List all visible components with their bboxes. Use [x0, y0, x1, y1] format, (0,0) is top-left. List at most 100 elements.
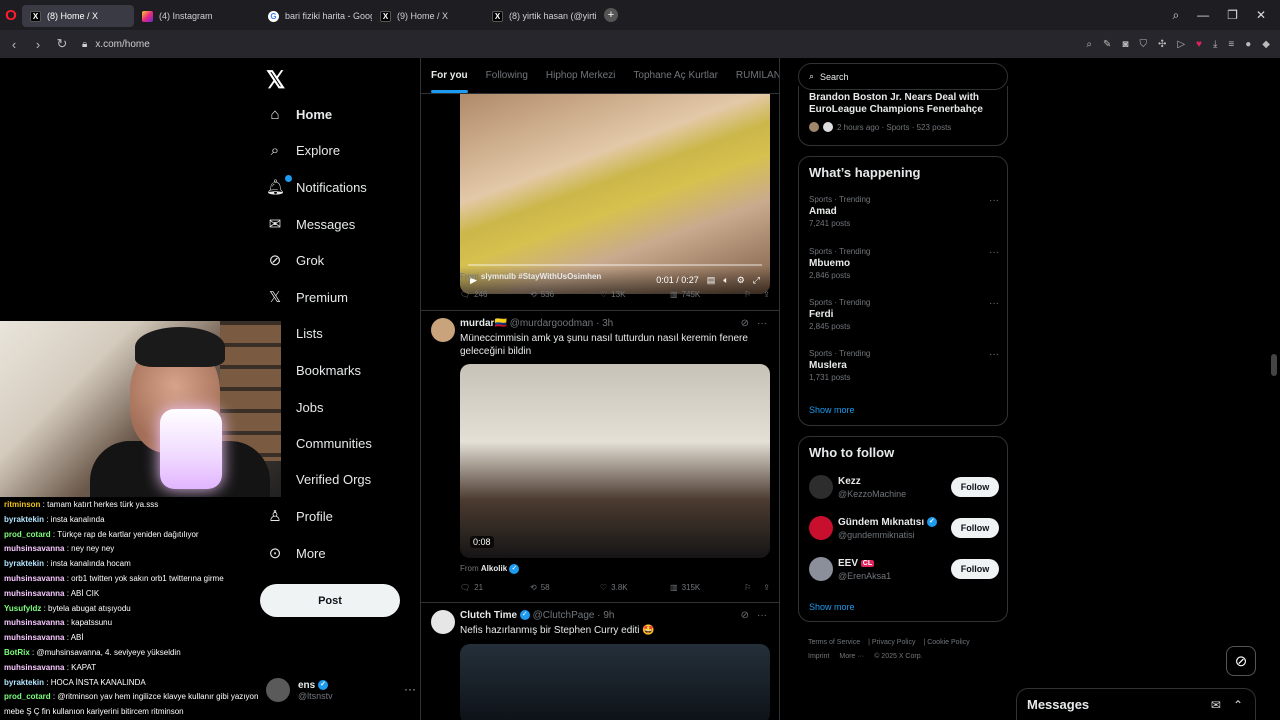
footer-link[interactable]: Terms of Service	[808, 639, 860, 646]
more-icon[interactable]: ···	[989, 195, 999, 206]
trend-item[interactable]: Sports · Trending Amad 7,241 posts ···	[809, 195, 999, 228]
grok-button[interactable]: ⊘	[1226, 646, 1256, 676]
follow-suggestion[interactable]: EEV CL @ErenAksa1 Follow	[809, 557, 999, 585]
footer-link[interactable]: Cookie Policy	[927, 639, 969, 646]
like-button[interactable]: ♡ 13K	[600, 290, 670, 299]
show-more-link[interactable]: Show more	[809, 602, 855, 612]
download-icon[interactable]: ⤓	[1213, 39, 1217, 50]
search-icon[interactable]: ⌕	[1086, 39, 1092, 50]
follow-suggestion[interactable]: Gündem Mıknatısı ✓ @gundemmiknatisi Foll…	[809, 516, 999, 544]
volume-icon[interactable]: 🔈︎	[723, 275, 728, 286]
more-icon[interactable]: ···	[757, 610, 767, 621]
nav-home[interactable]: ⌂ Home	[266, 106, 332, 123]
like-button[interactable]: ♡ 3.8K	[600, 583, 670, 592]
author-name[interactable]: Clutch Time	[460, 610, 517, 621]
expand-icon[interactable]: ⌃	[1233, 698, 1243, 712]
settings-icon[interactable]: ◆	[1262, 39, 1270, 50]
avatar[interactable]	[431, 318, 455, 342]
maximize-icon[interactable]: ❐	[1227, 8, 1238, 22]
post-video[interactable]: ▶ 0:01 / 0:27 ▤ 🔈︎ ⚙ ⤢	[460, 94, 770, 294]
minimize-icon[interactable]: —	[1197, 8, 1209, 22]
close-icon[interactable]: ✕	[1256, 8, 1266, 22]
author-handle[interactable]: @ClutchPage	[533, 610, 595, 621]
heart-icon[interactable]: ♥	[1196, 39, 1202, 50]
nav-communities[interactable]: ⚇Communities	[266, 434, 372, 452]
trend-item[interactable]: Sports · Trending Muslera 1,731 posts ···	[809, 349, 999, 382]
tab-google[interactable]: Gbari fiziki harita - Google	[260, 5, 372, 27]
back-icon[interactable]: ‹	[2, 37, 26, 52]
nav-premium[interactable]: 𝕏 Premium	[266, 288, 348, 306]
more-icon[interactable]: ···	[404, 682, 416, 696]
tab-x-home[interactable]: X (8) Home / X	[22, 5, 134, 27]
share-icon[interactable]: ⇪	[763, 583, 770, 592]
account-switcher[interactable]: ens ✓ @ltsnstv ···	[266, 678, 416, 702]
nav-notifications[interactable]: 🔔︎ Notifications	[266, 175, 367, 196]
nav-verified-orgs[interactable]: ϟVerified Orgs	[266, 471, 371, 488]
author-handle[interactable]: @murdargoodman	[510, 318, 594, 329]
reply-button[interactable]: 🗨︎ 21	[460, 583, 530, 592]
menu-icon[interactable]: ≡	[1228, 39, 1234, 50]
tab-hiphop-merkezi[interactable]: Hiphop Merkezi	[546, 70, 615, 81]
follow-suggestion[interactable]: Kezz @KezzoMachine Follow	[809, 475, 999, 503]
tab-x-home-2[interactable]: X (9) Home / X	[372, 5, 484, 27]
follow-button[interactable]: Follow	[951, 518, 999, 538]
profile-icon[interactable]: ●	[1245, 39, 1251, 50]
url-field[interactable]: 🔒︎ x.com/home	[82, 39, 150, 50]
extension-icon[interactable]: ✣	[1158, 39, 1166, 50]
more-icon[interactable]: ···	[757, 318, 767, 329]
bookmark-icon[interactable]: ⚐	[744, 290, 751, 299]
play-icon[interactable]: ▷	[1177, 39, 1185, 50]
x-logo-icon[interactable]: 𝕏	[266, 66, 285, 95]
repost-button[interactable]: ⟲ 58	[530, 583, 600, 592]
nav-explore[interactable]: ⌕ Explore	[266, 142, 340, 159]
fullscreen-icon[interactable]: ⤢	[753, 275, 760, 286]
post-button[interactable]: Post	[260, 584, 400, 617]
edit-icon[interactable]: ✎	[1103, 39, 1111, 50]
reload-icon[interactable]: ↻	[50, 36, 74, 52]
grok-icon[interactable]: ⊘	[741, 318, 749, 329]
news-card[interactable]: Brandon Boston Jr. Nears Deal with EuroL…	[798, 86, 1008, 146]
avatar[interactable]	[431, 610, 455, 634]
follow-button[interactable]: Follow	[951, 477, 999, 497]
trend-item[interactable]: Sports · Trending Mbuemo 2,846 posts ···	[809, 247, 999, 280]
footer-link[interactable]: Privacy Policy	[872, 639, 916, 646]
views-button[interactable]: ▥ 745K	[670, 290, 740, 299]
tab-for-you[interactable]: For you	[431, 70, 468, 93]
more-icon[interactable]: ···	[989, 298, 999, 309]
new-tab-button[interactable]: +	[604, 8, 618, 22]
search-input[interactable]: ⌕ Search	[798, 63, 1008, 90]
shield-icon[interactable]: ⛉	[1139, 39, 1147, 50]
tab-instagram[interactable]: (4) Instagram	[134, 5, 254, 27]
grok-icon[interactable]: ⊘	[741, 610, 749, 621]
author-name[interactable]: murdar🇨🇴	[460, 318, 507, 329]
from-name[interactable]: slymnulb #StayWithUsOsimhen	[481, 272, 601, 281]
camera-icon[interactable]: ◙	[1122, 39, 1128, 50]
footer-link[interactable]: Imprint	[808, 653, 829, 660]
tab-rumiland[interactable]: RUMILAND	[736, 70, 779, 81]
more-icon[interactable]: ···	[989, 247, 999, 258]
post-video[interactable]	[460, 644, 770, 720]
repost-button[interactable]: ⟲ 536	[530, 290, 600, 299]
forward-icon[interactable]: ›	[26, 37, 50, 52]
follow-button[interactable]: Follow	[951, 559, 999, 579]
page-scrollbar[interactable]	[1270, 58, 1278, 720]
from-name[interactable]: Alkolik	[481, 564, 507, 573]
show-more-link[interactable]: Show more	[809, 405, 855, 415]
footer-link[interactable]: More ···	[839, 653, 864, 660]
settings-icon[interactable]: ⚙	[737, 275, 745, 286]
nav-messages[interactable]: ✉ Messages	[266, 215, 356, 233]
nav-grok[interactable]: ⊘ Grok	[266, 251, 324, 269]
scrollbar-thumb[interactable]	[1271, 354, 1277, 376]
opera-logo-icon[interactable]: O	[0, 0, 22, 30]
post-video[interactable]: 0:08	[460, 364, 770, 558]
search-tabs-icon[interactable]: ⌕	[1172, 8, 1179, 23]
views-button[interactable]: ▥ 315K	[670, 583, 740, 592]
tab-x-profile[interactable]: X (8) yirtik hasan (@yirtiliyo	[484, 5, 596, 27]
share-icon[interactable]: ⇪	[763, 290, 770, 299]
trend-item[interactable]: Sports · Trending Ferdi 2,845 posts ···	[809, 298, 999, 331]
bookmark-icon[interactable]: ⚐	[744, 583, 751, 592]
captions-icon[interactable]: ▤	[707, 275, 716, 286]
compose-message-icon[interactable]: ✉	[1211, 698, 1221, 712]
more-icon[interactable]: ···	[989, 349, 999, 360]
tab-following[interactable]: Following	[486, 70, 528, 81]
